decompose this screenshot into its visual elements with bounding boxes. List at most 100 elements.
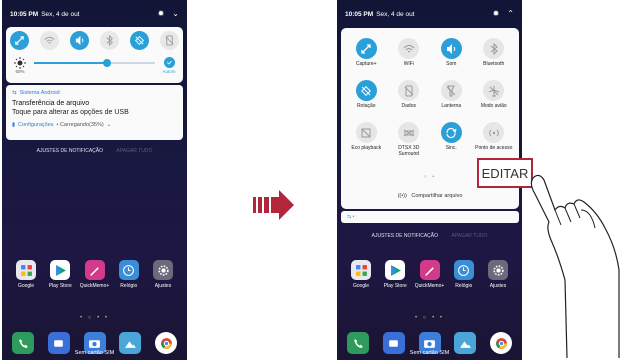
app-play-store[interactable]: Play Store	[46, 260, 74, 289]
lanterna-icon	[440, 80, 462, 101]
auto-brightness-icon[interactable]	[164, 57, 175, 68]
home-app-grid: Google Play Store QuickMemo+ Relógio Aju…	[347, 260, 512, 289]
share-file-label: Compartilhar arquivo	[411, 193, 463, 199]
app-clock[interactable]: Relógio	[450, 260, 478, 289]
transition-arrow-icon	[253, 190, 294, 220]
quick-settings-grid: Capture+ WiFi Som Bluetooth Rotação Dados Lant…	[345, 38, 515, 157]
ponto-de-acesso-icon	[483, 122, 505, 143]
google-folder-icon	[16, 260, 36, 280]
usb-icon: ⇆	[12, 90, 17, 96]
qs-tile-capture[interactable]: Capture+	[345, 38, 388, 73]
usb-notification[interactable]: ⇆ Sistema Android Transferência de arqui…	[6, 85, 183, 140]
status-time: 10:05 PM	[345, 10, 374, 18]
qs-tile-eco-playback[interactable]: Eco playback	[345, 122, 388, 157]
pointing-hand-icon	[530, 174, 620, 358]
app-label: Relógio	[120, 283, 138, 289]
settings-icon	[153, 260, 173, 280]
app-quickmemo[interactable]: QuickMemo+	[414, 260, 445, 289]
qs-tile-label: DTSX 3D Surround	[398, 145, 420, 157]
qs-tile-modo-aviao[interactable]: Modo avião	[473, 80, 516, 115]
quickmemo-icon	[84, 260, 105, 280]
bluetooth-tile-icon[interactable]	[100, 31, 119, 50]
app-quickmemo[interactable]: QuickMemo+	[79, 260, 110, 289]
dtsx-3d-surround-icon	[398, 122, 420, 143]
settings-gear-icon[interactable]: ✹	[493, 10, 500, 18]
app-label: Google	[352, 283, 370, 289]
brightness-slider[interactable]: 60% Autom	[12, 57, 177, 77]
qs-tile-som[interactable]: Som	[430, 38, 473, 73]
notification-app-row: ⇆ Sistema Android	[12, 90, 177, 96]
play-store-icon	[385, 260, 406, 280]
app-label: Google	[17, 283, 35, 289]
notification-action[interactable]: Configurações	[18, 122, 53, 128]
brightness-fill	[34, 62, 107, 64]
capture-plus-tile-icon[interactable]	[10, 31, 29, 50]
qs-tile-label: Rotação	[356, 103, 376, 109]
brightness-track[interactable]	[34, 59, 155, 67]
wifi-icon	[398, 38, 420, 59]
notification-settings-link[interactable]: AJUSTES DE NOTIFICAÇÃO	[37, 148, 103, 154]
app-play-store[interactable]: Play Store	[381, 260, 409, 289]
rotation-tile-icon[interactable]	[130, 31, 149, 50]
qs-tile-label: Ponto de acesso	[475, 145, 513, 151]
qs-tile-wifi[interactable]: WiFi	[388, 38, 431, 73]
qs-tile-dados[interactable]: Dados	[388, 80, 431, 115]
notification-settings-row: AJUSTES DE NOTIFICAÇÃO APAGAR TUDO	[2, 148, 187, 154]
app-label: Ajustes	[154, 283, 172, 289]
status-bar: 10:05 PM Sex, 4 de out ✹ ⌃	[345, 8, 514, 20]
qs-tile-label: Modo avião	[480, 103, 507, 109]
app-settings[interactable]: Ajustes	[484, 260, 512, 289]
rotacao-icon	[355, 80, 377, 101]
clear-all-link[interactable]: APAGAR TUDO	[451, 233, 487, 239]
qs-tile-ponto-de-acesso[interactable]: Ponto de acesso	[473, 122, 516, 157]
chevron-up-icon[interactable]: ⌃	[507, 10, 514, 18]
app-settings[interactable]: Ajustes	[149, 260, 177, 289]
app-label: QuickMemo+	[79, 283, 110, 289]
wifi-tile-icon[interactable]	[40, 31, 59, 50]
qs-tile-bluetooth[interactable]: Bluetooth	[473, 38, 516, 73]
data-tile-icon[interactable]	[160, 31, 179, 50]
sound-tile-icon[interactable]	[70, 31, 89, 50]
status-time: 10:05 PM	[10, 10, 39, 18]
app-label: Relógio	[455, 283, 473, 289]
page-indicator: • ○ • •	[415, 315, 444, 321]
qs-tile-label: Capture+	[355, 61, 377, 67]
qs-tile-label: Lanterna	[441, 103, 462, 109]
qs-tile-rotacao[interactable]: Rotação	[345, 80, 388, 115]
qs-tile-label: Eco playback	[351, 145, 382, 151]
settings-gear-icon[interactable]: ✹	[158, 10, 165, 18]
app-google[interactable]: Google	[12, 260, 40, 289]
auto-brightness-label: Autom	[162, 69, 176, 74]
quick-settings-collapsed: 60% Autom	[6, 27, 183, 83]
qs-tile-sinc[interactable]: Sinc.	[430, 122, 473, 157]
app-google[interactable]: Google	[347, 260, 375, 289]
app-label: Play Store	[383, 283, 407, 289]
qs-tile-dtsx-3d-surround[interactable]: DTSX 3D Surround	[388, 122, 431, 157]
no-sim-label: Sem cartão SIM	[409, 350, 450, 356]
qs-tile-label: Sinc.	[445, 145, 457, 151]
status-date: Sex, 4 de out	[376, 10, 415, 18]
page-indicator: • ○ • •	[80, 315, 109, 321]
app-clock[interactable]: Relógio	[115, 260, 143, 289]
notification-app-name: Sistema Android	[19, 90, 60, 96]
notification-action-row[interactable]: ▮ Configurações • Carregando(35%) ⌄	[12, 122, 177, 128]
phone-screen-before: 10:05 PM Sex, 4 de out ✹ ⌄ 60% Autom ⇆ S…	[2, 0, 187, 360]
notification-settings-link[interactable]: AJUSTES DE NOTIFICAÇÃO	[372, 233, 438, 239]
clear-all-link[interactable]: APAGAR TUDO	[116, 148, 152, 154]
play-store-icon	[50, 260, 71, 280]
notification-text: Toque para alterar as opções de USB	[12, 109, 129, 116]
qs-tile-label: WiFi	[403, 61, 414, 67]
clock-icon	[118, 260, 139, 280]
app-label: Play Store	[48, 283, 72, 289]
qs-tile-label: Som	[446, 61, 457, 67]
capture-icon	[355, 38, 377, 59]
app-label: QuickMemo+	[414, 283, 445, 289]
no-sim-label: Sem cartão SIM	[74, 350, 115, 356]
share-file-row[interactable]: ((•)) Compartilhar arquivo	[341, 193, 519, 199]
expand-chevron-icon[interactable]: ⌄	[107, 122, 112, 128]
collapsed-usb-notification[interactable]: ⇆ •	[341, 211, 519, 223]
qs-tile-lanterna[interactable]: Lanterna	[430, 80, 473, 115]
brightness-knob[interactable]	[102, 59, 111, 67]
chevron-down-icon[interactable]: ⌄	[172, 10, 179, 18]
google-folder-icon	[351, 260, 371, 280]
